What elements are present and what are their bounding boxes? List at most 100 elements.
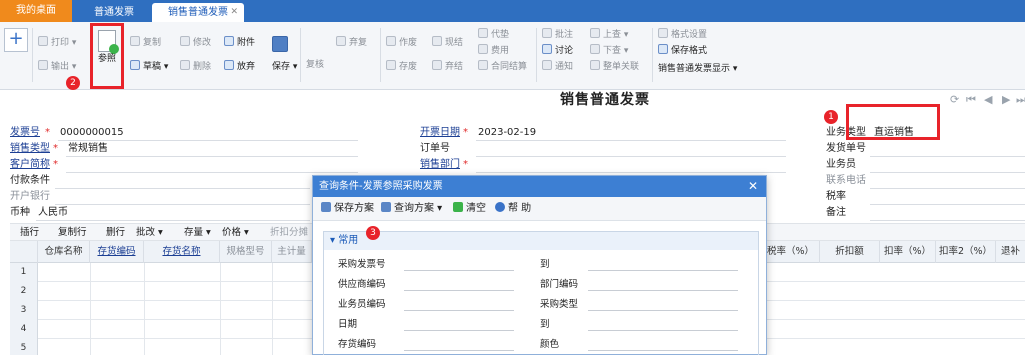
discuss-label: 讨论 bbox=[555, 46, 574, 56]
format-settings-button[interactable]: 格式设置 bbox=[658, 28, 707, 42]
modify-button[interactable]: 修改 bbox=[180, 36, 211, 50]
cash-settle-button[interactable]: 现结 bbox=[432, 36, 463, 50]
display-dropdown[interactable]: 销售普通发票显示 ▾ bbox=[658, 62, 737, 76]
col-item-code[interactable]: 存货编码 bbox=[90, 241, 144, 263]
copy-row-button[interactable]: 复制行 bbox=[58, 226, 87, 240]
batch-edit-button[interactable]: 批改 ▾ bbox=[136, 226, 163, 240]
expense-label: 费用 bbox=[491, 46, 510, 56]
discuss-button[interactable]: 讨论 bbox=[542, 44, 573, 58]
disk-icon bbox=[272, 36, 288, 52]
col-tax-rate[interactable]: 税率（%） bbox=[762, 241, 820, 263]
price-button[interactable]: 价格 ▾ bbox=[222, 226, 249, 240]
col-discount-amount[interactable]: 折扣额 bbox=[820, 241, 880, 263]
date-field[interactable] bbox=[404, 330, 514, 331]
stock-button[interactable]: 存量 ▾ bbox=[184, 226, 211, 240]
item-code-field[interactable] bbox=[404, 350, 514, 351]
tab-normal-invoice[interactable]: 普通发票 bbox=[78, 3, 150, 22]
save-icon[interactable] bbox=[272, 36, 292, 56]
sales-type-value[interactable]: 常规销售 bbox=[68, 142, 108, 156]
copy-button[interactable]: 复制 bbox=[130, 36, 161, 50]
salesman-code-label: 业务员编码 bbox=[338, 299, 386, 310]
display-label: 销售普通发票显示 bbox=[658, 64, 731, 74]
tab-bar: 我的桌面 普通发票 销售普通发票 ✕ bbox=[0, 0, 1025, 22]
help-label: 帮 助 bbox=[508, 203, 532, 214]
print-button[interactable]: 打印 ▾ bbox=[38, 36, 76, 50]
tab-desktop[interactable]: 我的桌面 bbox=[0, 0, 72, 22]
delete-button[interactable]: 删除 bbox=[180, 60, 211, 74]
open-date-value[interactable]: 2023-02-19 bbox=[478, 126, 536, 140]
cash-icon bbox=[432, 36, 442, 46]
section-common[interactable]: ▾ 常用 bbox=[324, 232, 758, 250]
save-plan-label: 保存方案 bbox=[334, 203, 374, 214]
first-icon[interactable]: ⏮ bbox=[966, 93, 976, 107]
date-to-field[interactable] bbox=[588, 330, 738, 331]
chevron-down-icon: ▾ bbox=[330, 235, 339, 246]
col-rate2[interactable]: 扣率2（%） bbox=[936, 241, 996, 263]
next-query-button[interactable]: 下查 ▾ bbox=[590, 44, 628, 58]
note-button[interactable]: 批注 bbox=[542, 28, 573, 42]
next-icon[interactable]: ▶ bbox=[1002, 93, 1010, 106]
expense-button[interactable]: 费用 bbox=[478, 44, 509, 58]
supplier-code-field[interactable] bbox=[404, 290, 514, 291]
row-number: 5 bbox=[10, 339, 38, 355]
col-rate1[interactable]: 扣率（%） bbox=[880, 241, 936, 263]
abandon-button[interactable]: 放弃 bbox=[224, 60, 255, 74]
cell bbox=[90, 263, 91, 282]
delete-row-button[interactable]: 删行 bbox=[106, 226, 125, 240]
salesman-code-field[interactable] bbox=[404, 310, 514, 311]
save-button[interactable]: 保存 ▾ bbox=[272, 60, 297, 74]
expense-icon bbox=[478, 44, 488, 54]
row-number: 2 bbox=[10, 282, 38, 301]
save-icon bbox=[321, 202, 331, 212]
next-label: 下查 bbox=[603, 46, 622, 56]
draft-icon bbox=[130, 60, 140, 70]
help-button[interactable]: 帮 助 bbox=[495, 202, 531, 216]
save-format-button[interactable]: 保存格式 bbox=[658, 44, 707, 58]
clear-button[interactable]: 清空 bbox=[453, 202, 486, 216]
void-save-button[interactable]: 存废 bbox=[386, 60, 417, 74]
divider bbox=[652, 28, 653, 82]
close-icon[interactable]: ✕ bbox=[230, 3, 238, 22]
tab-sales-normal-invoice[interactable]: 销售普通发票 ✕ bbox=[152, 3, 244, 22]
substitute-button[interactable]: 代垫 bbox=[478, 28, 509, 42]
required-mark: * bbox=[45, 127, 50, 138]
output-button[interactable]: 输出 ▾ bbox=[38, 60, 76, 74]
cancel-settle-button[interactable]: 弃结 bbox=[432, 60, 463, 74]
doc-link-button[interactable]: 整单关联 bbox=[590, 60, 639, 74]
toolbar: + 打印 ▾ 输出 ▾ 参照 复制 草稿 ▾ 修改 删除 附件 放弃 保存 ▾ … bbox=[0, 22, 1025, 90]
contract-settle-button[interactable]: 合同结算 bbox=[478, 60, 527, 74]
purchase-invoice-no-to-field[interactable] bbox=[588, 270, 738, 271]
draft-button[interactable]: 草稿 ▾ bbox=[130, 60, 168, 74]
currency-value[interactable]: 人民币 bbox=[38, 206, 68, 220]
col-refund[interactable]: 退补 bbox=[996, 241, 1025, 263]
prev-icon[interactable]: ◀ bbox=[984, 93, 992, 106]
refresh-icon[interactable]: ⟳ bbox=[950, 93, 959, 106]
last-icon[interactable]: ⏭ bbox=[1016, 93, 1025, 107]
invoice-no-value[interactable]: 0000000015 bbox=[60, 126, 124, 140]
col-spec[interactable]: 规格型号 bbox=[220, 241, 272, 263]
col-unit[interactable]: 主计量 bbox=[272, 241, 312, 263]
query-plan-button[interactable]: 查询方案 ▾ bbox=[381, 202, 442, 216]
col-warehouse[interactable]: 仓库名称 bbox=[38, 241, 90, 263]
cell bbox=[90, 320, 91, 339]
prev-query-button[interactable]: 上查 ▾ bbox=[590, 28, 628, 42]
purchase-invoice-no-field[interactable] bbox=[404, 270, 514, 271]
insert-row-button[interactable]: 插行 bbox=[20, 226, 39, 240]
notify-button[interactable]: 通知 bbox=[542, 60, 573, 74]
add-button[interactable]: + bbox=[4, 28, 28, 52]
discount-split-button[interactable]: 折扣分摊 bbox=[270, 226, 308, 240]
field-line bbox=[870, 220, 1025, 221]
divider bbox=[380, 28, 381, 82]
save-plan-button[interactable]: 保存方案 bbox=[321, 202, 374, 216]
required-mark: * bbox=[53, 143, 58, 154]
color-field[interactable] bbox=[588, 350, 738, 351]
attach-button[interactable]: 附件 bbox=[224, 36, 255, 50]
void-button[interactable]: 作废 bbox=[386, 36, 417, 50]
purchase-type-field[interactable] bbox=[588, 310, 738, 311]
close-icon[interactable]: ✕ bbox=[748, 176, 758, 197]
recheck-button[interactable]: 弃复 bbox=[336, 36, 367, 50]
dept-code-field[interactable] bbox=[588, 290, 738, 291]
open-date-label: 开票日期 bbox=[420, 127, 460, 138]
col-item-name[interactable]: 存货名称 bbox=[144, 241, 220, 263]
review-button[interactable]: 复核 bbox=[306, 58, 324, 72]
